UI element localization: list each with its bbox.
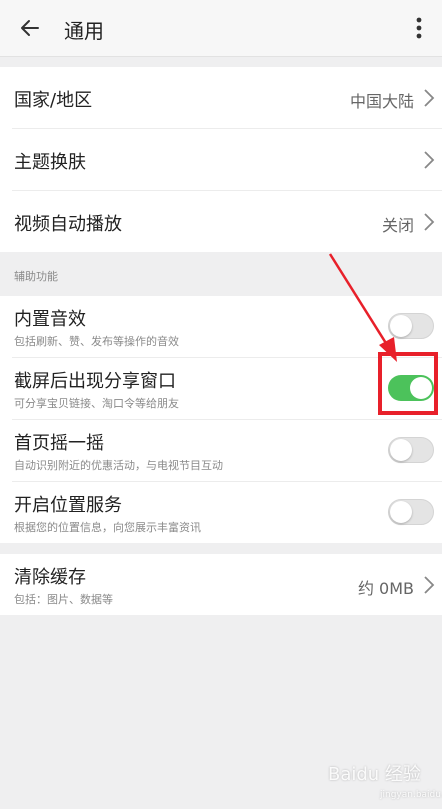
home-shake-row: 首页摇一摇 自动识别附近的优惠活动，与电视节目互动 — [12, 420, 442, 482]
toggle-knob — [390, 501, 412, 523]
location-service-row: 开启位置服务 根据您的位置信息，向您展示丰富资讯 — [12, 482, 442, 543]
screenshot-share-label: 截屏后出现分享窗口 — [14, 371, 176, 392]
theme-skin-row[interactable]: 主题换肤 — [12, 129, 442, 191]
home-shake-label: 首页摇一摇 — [14, 433, 104, 454]
video-autoplay-label: 视频自动播放 — [14, 214, 122, 235]
assist-settings-group: 内置音效 包括刷新、赞、发布等操作的音效 截屏后出现分享窗口 可分享宝贝链接、淘… — [0, 296, 442, 543]
country-region-row[interactable]: 国家/地区 中国大陆 — [12, 67, 442, 129]
home-shake-desc: 自动识别附近的优惠活动，与电视节目互动 — [14, 459, 223, 472]
country-region-value: 中国大陆 — [349, 92, 414, 111]
builtin-sound-desc: 包括刷新、赞、发布等操作的音效 — [14, 335, 179, 348]
chevron-right-icon — [424, 213, 435, 231]
builtin-sound-row: 内置音效 包括刷新、赞、发布等操作的音效 — [12, 296, 442, 358]
section-label-accessibility: 辅助功能 — [14, 270, 58, 283]
chevron-right-icon — [424, 151, 435, 169]
chevron-right-icon — [424, 89, 435, 107]
cache-group: 清除缓存 包括：图片、数据等 约 0MB — [0, 554, 442, 615]
toggle-knob — [390, 315, 412, 337]
country-region-label: 国家/地区 — [14, 90, 93, 111]
location-service-label: 开启位置服务 — [14, 495, 122, 516]
screenshot-share-desc: 可分享宝贝链接、淘口令等给朋友 — [14, 397, 179, 410]
video-autoplay-row[interactable]: 视频自动播放 关闭 — [12, 191, 442, 252]
video-autoplay-value: 关闭 — [381, 216, 414, 235]
annotation-highlight-box — [378, 352, 438, 415]
cache-size-value: 约 0MB — [357, 579, 414, 598]
clear-cache-label: 清除缓存 — [14, 567, 86, 588]
more-vertical-icon[interactable] — [405, 12, 433, 44]
location-service-desc: 根据您的位置信息，向您展示丰富资讯 — [14, 521, 201, 534]
baidu-watermark: Baidu 经验 — [328, 764, 421, 785]
builtin-sound-toggle[interactable] — [388, 313, 434, 339]
baidu-watermark-url: jingyan.baidu.com — [380, 790, 442, 800]
home-shake-toggle[interactable] — [388, 437, 434, 463]
theme-skin-label: 主题换肤 — [14, 152, 86, 173]
clear-cache-row[interactable]: 清除缓存 包括：图片、数据等 约 0MB — [12, 554, 442, 615]
page-title: 通用 — [64, 19, 104, 43]
toggle-knob — [390, 439, 412, 461]
location-service-toggle[interactable] — [388, 499, 434, 525]
back-arrow-icon[interactable] — [14, 12, 46, 44]
top-bar: 通用 — [0, 0, 442, 57]
clear-cache-desc: 包括：图片、数据等 — [14, 593, 113, 606]
builtin-sound-label: 内置音效 — [14, 309, 86, 330]
general-settings-group: 国家/地区 中国大陆 主题换肤 视频自动播放 关闭 — [0, 67, 442, 252]
chevron-right-icon — [424, 576, 435, 594]
